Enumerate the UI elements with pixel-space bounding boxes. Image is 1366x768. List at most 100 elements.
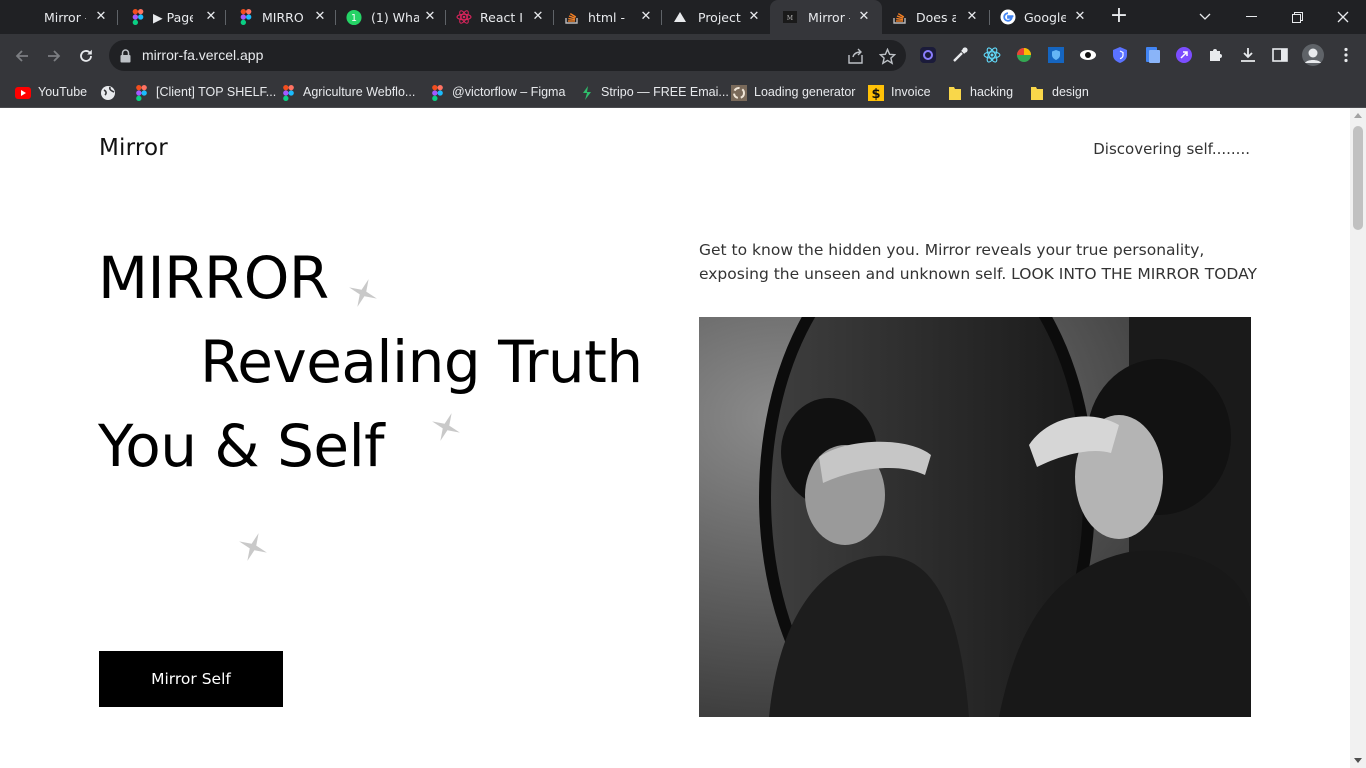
tab-7-active[interactable]: M Mirror - ✕	[770, 0, 882, 34]
headline-line-1: MIRROR	[98, 244, 329, 312]
site-logo[interactable]: Mirror	[99, 135, 168, 161]
close-icon[interactable]: ✕	[1072, 9, 1088, 25]
download-icon[interactable]	[1238, 45, 1258, 65]
restore-button[interactable]	[1274, 0, 1320, 34]
tab-title: MIRROR	[262, 10, 304, 25]
new-tab-button[interactable]: +	[1107, 5, 1131, 29]
stripo-icon	[578, 85, 594, 101]
page-viewport: Mirror Discovering self........ MIRROR R…	[0, 108, 1350, 768]
bookmark-star-icon[interactable]	[877, 46, 897, 66]
tab-4[interactable]: React Ic ✕	[446, 0, 554, 34]
share-icon[interactable]	[846, 46, 866, 66]
figma-icon	[238, 9, 254, 25]
bookmarks-bar: YouTube [Client] TOP SHELF... Agricultur…	[0, 77, 1366, 108]
page-scrollbar[interactable]	[1350, 108, 1366, 768]
tab-6[interactable]: Project ✕	[662, 0, 770, 34]
figma-icon	[130, 9, 146, 25]
url-text[interactable]: mirror-fa.vercel.app	[142, 47, 263, 63]
stackoverflow-icon	[892, 9, 908, 25]
whatsapp-icon: 1	[346, 9, 362, 25]
close-icon[interactable]: ✕	[203, 9, 219, 25]
close-icon[interactable]: ✕	[422, 9, 438, 25]
reload-button[interactable]	[72, 42, 100, 70]
react-devtools-icon[interactable]	[982, 45, 1002, 65]
google-icon	[1000, 9, 1016, 25]
tab-title: Mirror -	[808, 10, 850, 25]
react-icon	[456, 9, 472, 25]
bookmark-label: Stripo — FREE Emai...	[601, 85, 729, 99]
stackoverflow-icon	[564, 9, 580, 25]
shield-extension-icon[interactable]	[1046, 45, 1066, 65]
lock-icon[interactable]	[120, 48, 131, 67]
tab-2[interactable]: MIRROR ✕	[226, 0, 336, 34]
close-icon[interactable]: ✕	[312, 9, 328, 25]
tab-title: React Ic	[480, 10, 522, 25]
bookmark-label: Invoice	[891, 85, 931, 99]
sparkle-icon	[239, 533, 267, 561]
bookmark-label: Agriculture Webflo...	[303, 85, 416, 99]
tab-1[interactable]: ▶ Page ✕	[118, 0, 226, 34]
close-icon[interactable]: ✕	[638, 9, 654, 25]
tab-8[interactable]: Does a ✕	[882, 0, 990, 34]
eye-extension-icon[interactable]	[1078, 45, 1098, 65]
extensions-puzzle-icon[interactable]	[1206, 45, 1226, 65]
tab-5[interactable]: html - F ✕	[554, 0, 662, 34]
sparkle-icon	[432, 413, 460, 441]
figma-icon	[280, 85, 296, 101]
close-icon[interactable]: ✕	[746, 9, 762, 25]
tab-title: Project	[698, 10, 741, 25]
tab-9[interactable]: Google ✕	[990, 0, 1098, 34]
more-menu-icon[interactable]	[1336, 45, 1356, 65]
extension-dark-icon[interactable]	[918, 45, 938, 65]
forward-button[interactable]	[40, 42, 68, 70]
tab-title: Mirror -	[44, 10, 86, 25]
tab-title: Google	[1024, 10, 1066, 25]
tab-title: html - F	[588, 10, 630, 25]
tab-0[interactable]: Mirror - ✕	[0, 0, 118, 34]
tab-title: (1) Wha	[371, 10, 419, 25]
bookmark-label: [Client] TOP SHELF...	[156, 85, 277, 99]
close-icon[interactable]: ✕	[964, 9, 980, 25]
close-icon[interactable]: ✕	[856, 9, 872, 25]
bookmark-label: YouTube	[38, 85, 88, 99]
mirror-favicon: M	[782, 9, 798, 25]
tab-search-button[interactable]	[1182, 0, 1228, 34]
colorful-extension-icon[interactable]	[1014, 45, 1034, 65]
site-tagline: Discovering self........	[1093, 140, 1250, 158]
address-bar[interactable]: mirror-fa.vercel.app	[109, 40, 906, 71]
sparkle-icon	[349, 279, 377, 307]
privacy-shield-icon[interactable]	[1110, 45, 1130, 65]
minimize-button[interactable]	[1228, 0, 1274, 34]
svg-text:$: $	[871, 87, 880, 101]
tab-3[interactable]: 1 (1) Wha ✕	[336, 0, 446, 34]
dollar-icon: $	[868, 85, 884, 101]
figma-icon	[133, 85, 149, 101]
globe-icon	[100, 85, 116, 101]
purple-extension-icon[interactable]	[1174, 45, 1194, 65]
loading-icon	[731, 85, 747, 101]
profile-avatar[interactable]	[1301, 43, 1325, 67]
scroll-down-arrow-icon[interactable]	[1354, 758, 1362, 763]
vercel-icon	[672, 9, 688, 25]
tab-strip: Mirror - ✕ ▶ Page ✕ MIRROR ✕ 1 (1) Wha ✕…	[0, 0, 1366, 34]
close-icon[interactable]: ✕	[530, 9, 546, 25]
hero-image	[699, 317, 1251, 717]
bookmark-label: hacking	[970, 85, 1014, 99]
scroll-up-arrow-icon[interactable]	[1354, 113, 1362, 118]
side-panel-icon[interactable]	[1270, 45, 1290, 65]
mirror-self-button[interactable]: Mirror Self	[99, 651, 283, 707]
folder-icon	[947, 85, 963, 101]
svg-text:1: 1	[351, 12, 357, 23]
back-button[interactable]	[8, 42, 36, 70]
tab-title: Does a	[916, 10, 956, 25]
scrollbar-thumb[interactable]	[1353, 126, 1363, 230]
color-picker-icon[interactable]	[950, 45, 970, 65]
close-window-button[interactable]	[1320, 0, 1366, 34]
bookmark-label: @victorflow – Figma	[452, 85, 566, 99]
bookmark-label: design	[1052, 85, 1089, 99]
tab-title: ▶ Page	[153, 10, 193, 25]
close-icon[interactable]: ✕	[93, 9, 109, 25]
docs-extension-icon[interactable]	[1142, 45, 1162, 65]
intro-paragraph: Get to know the hidden you. Mirror revea…	[699, 241, 1257, 283]
youtube-icon	[15, 85, 31, 101]
